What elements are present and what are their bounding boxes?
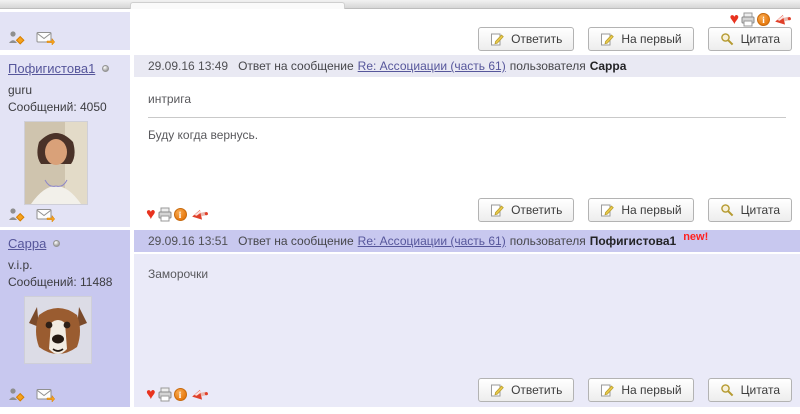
author-rank: v.i.p. — [8, 258, 126, 272]
megaphone-icon[interactable] — [189, 386, 210, 403]
post-text-line: Заморочки — [148, 267, 786, 281]
post-body: Заморочки — [134, 254, 800, 378]
post-buttons: Ответить На первый Цитата — [478, 198, 792, 222]
sidebar-action-icons — [8, 387, 126, 402]
quote-button[interactable]: Цитата — [708, 198, 792, 222]
user-add-icon[interactable] — [8, 207, 25, 222]
reply-prefix: Ответ на сообщение — [238, 59, 354, 73]
reply-prefix: Ответ на сообщение — [238, 234, 354, 248]
to-first-button-label: На первый — [621, 32, 681, 46]
to-first-button[interactable]: На первый — [588, 378, 693, 402]
quote-button[interactable]: Цитата — [708, 378, 792, 402]
browser-edge-strip — [0, 0, 800, 9]
reply-to-user: Пофигистова1 — [590, 234, 677, 248]
author-message-count: Сообщений: 4050 — [8, 100, 126, 114]
author-line: Пофигистова1 — [8, 61, 126, 76]
to-first-button-label: На первый — [621, 383, 681, 397]
compose-icon — [490, 32, 504, 46]
heart-icon[interactable]: ♥ — [146, 388, 156, 402]
printer-icon[interactable] — [157, 207, 173, 222]
user-add-icon[interactable] — [8, 387, 25, 402]
megaphone-icon[interactable] — [189, 206, 210, 223]
reply-button-label: Ответить — [511, 32, 562, 46]
topic-link[interactable]: Re: Ассоциации (часть 61) — [358, 59, 506, 73]
sidebar-action-icons — [8, 207, 126, 222]
post-buttons: Ответить На первый Цитата — [478, 27, 792, 51]
reply-button-label: Ответить — [511, 383, 562, 397]
warning-icon[interactable]: i — [174, 388, 187, 401]
forum-post-new: Cappa v.i.p. Сообщений: 11488 29.09.16 1 — [0, 230, 800, 407]
megaphone-icon[interactable] — [773, 11, 794, 28]
author-profile-link[interactable]: Пофигистова1 — [8, 61, 95, 76]
quote-search-icon — [720, 383, 734, 397]
reply-button[interactable]: Ответить — [478, 27, 574, 51]
post-date: 29.09.16 13:49 — [148, 59, 228, 73]
mail-icon[interactable] — [36, 31, 55, 45]
reply-button[interactable]: Ответить — [478, 198, 574, 222]
author-line: Cappa — [8, 236, 126, 251]
post-header: 29.09.16 13:49 Ответ на сообщение Re: Ас… — [134, 55, 800, 77]
mail-icon[interactable] — [36, 208, 55, 222]
user-word: пользователя — [510, 59, 586, 73]
post-header: 29.09.16 13:51 Ответ на сообщение Re: Ас… — [134, 230, 800, 252]
warning-icon[interactable]: i — [174, 208, 187, 221]
post-action-icons: ♥ i — [146, 207, 209, 222]
previous-post-actions: ♥ i Ответить На первый — [134, 12, 800, 50]
post-actions-row: ♥ i Ответить — [134, 378, 800, 407]
reply-button[interactable]: Ответить — [478, 378, 574, 402]
previous-post-tail: ♥ i Ответить На первый — [0, 12, 800, 50]
post-body: интрига Буду когда вернусь. — [134, 79, 800, 198]
author-message-count: Сообщений: 11488 — [8, 275, 126, 289]
forum-thread: ♥ i Ответить На первый — [0, 9, 800, 407]
to-first-button[interactable]: На первый — [588, 27, 693, 51]
status-dot-icon — [53, 240, 60, 247]
compose-icon — [490, 383, 504, 397]
quote-button-label: Цитата — [741, 203, 780, 217]
quote-button[interactable]: Цитата — [708, 27, 792, 51]
compose-icon — [600, 203, 614, 217]
heart-icon[interactable]: ♥ — [730, 13, 740, 27]
warning-icon[interactable]: i — [757, 13, 770, 26]
post-action-icons: ♥ i — [146, 387, 209, 402]
compose-icon — [600, 32, 614, 46]
quote-button-label: Цитата — [741, 32, 780, 46]
browser-tab-fragment — [130, 2, 345, 9]
message-separator — [148, 117, 786, 118]
post-action-icons: ♥ i — [730, 12, 793, 27]
post-date: 29.09.16 13:51 — [148, 234, 228, 248]
previous-post-sidebar — [0, 12, 130, 50]
post-buttons: Ответить На первый Цитата — [478, 378, 792, 402]
post-author-sidebar: Cappa v.i.p. Сообщений: 11488 — [0, 230, 130, 407]
topic-link[interactable]: Re: Ассоциации (часть 61) — [358, 234, 506, 248]
reply-to-user: Cappa — [590, 59, 627, 73]
post-actions-row: ♥ i Ответить — [134, 198, 800, 227]
user-word: пользователя — [510, 234, 586, 248]
author-profile-link[interactable]: Cappa — [8, 236, 46, 251]
forum-post: Пофигистова1 guru Сообщений: 4050 29.09. — [0, 55, 800, 227]
quote-search-icon — [720, 203, 734, 217]
to-first-button-label: На первый — [621, 203, 681, 217]
post-author-sidebar: Пофигистова1 guru Сообщений: 4050 — [0, 55, 130, 227]
post-text-line: интрига — [148, 92, 786, 106]
new-badge: new! — [683, 231, 708, 243]
reply-button-label: Ответить — [511, 203, 562, 217]
printer-icon[interactable] — [157, 387, 173, 402]
status-dot-icon — [102, 65, 109, 72]
compose-icon — [490, 203, 504, 217]
quote-search-icon — [720, 32, 734, 46]
user-add-icon[interactable] — [8, 30, 25, 45]
avatar — [24, 121, 88, 205]
avatar — [24, 296, 92, 364]
mail-icon[interactable] — [36, 388, 55, 402]
quote-button-label: Цитата — [741, 383, 780, 397]
compose-icon — [600, 383, 614, 397]
heart-icon[interactable]: ♥ — [146, 208, 156, 222]
to-first-button[interactable]: На первый — [588, 198, 693, 222]
post-text-line: Буду когда вернусь. — [148, 128, 786, 142]
printer-icon[interactable] — [740, 12, 756, 27]
author-rank: guru — [8, 83, 126, 97]
